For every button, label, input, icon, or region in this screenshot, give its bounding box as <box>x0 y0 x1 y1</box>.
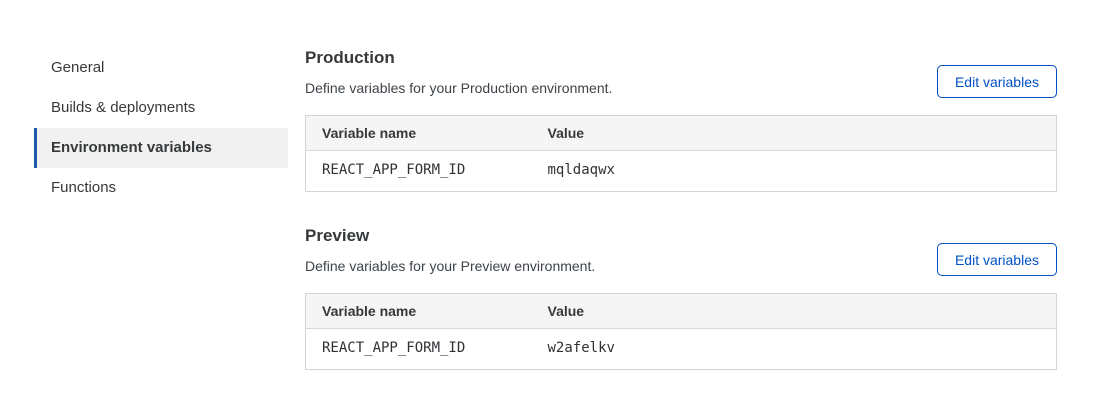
variable-value-cell: w2afelkv <box>532 329 1057 370</box>
sidebar-item-environment-variables[interactable]: Environment variables <box>34 128 288 168</box>
sidebar-item-general[interactable]: General <box>34 48 288 88</box>
table-header-row: Variable name Value <box>306 116 1057 151</box>
column-header-value: Value <box>532 116 1057 151</box>
table-row: REACT_APP_FORM_ID mqldaqwx <box>306 151 1057 192</box>
settings-content: Production Define variables for your Pro… <box>305 0 1057 420</box>
sidebar-item-builds-deployments[interactable]: Builds & deployments <box>34 88 288 128</box>
table-row: REACT_APP_FORM_ID w2afelkv <box>306 329 1057 370</box>
preview-section: Preview Define variables for your Previe… <box>305 226 1057 370</box>
column-header-value: Value <box>532 294 1057 329</box>
column-header-variable-name: Variable name <box>306 294 532 329</box>
variable-name-cell: REACT_APP_FORM_ID <box>306 151 532 192</box>
environment-variables-settings-page: General Builds & deployments Environment… <box>0 0 1100 420</box>
variable-value-cell: mqldaqwx <box>532 151 1057 192</box>
table-header-row: Variable name Value <box>306 294 1057 329</box>
sidebar-item-functions[interactable]: Functions <box>34 168 288 208</box>
variable-name-cell: REACT_APP_FORM_ID <box>306 329 532 370</box>
preview-variables-table: Variable name Value REACT_APP_FORM_ID w2… <box>305 293 1057 370</box>
edit-variables-button-preview[interactable]: Edit variables <box>937 243 1057 276</box>
settings-sidebar: General Builds & deployments Environment… <box>34 48 288 208</box>
production-section: Production Define variables for your Pro… <box>305 48 1057 192</box>
column-header-variable-name: Variable name <box>306 116 532 151</box>
edit-variables-button-production[interactable]: Edit variables <box>937 65 1057 98</box>
production-variables-table: Variable name Value REACT_APP_FORM_ID mq… <box>305 115 1057 192</box>
